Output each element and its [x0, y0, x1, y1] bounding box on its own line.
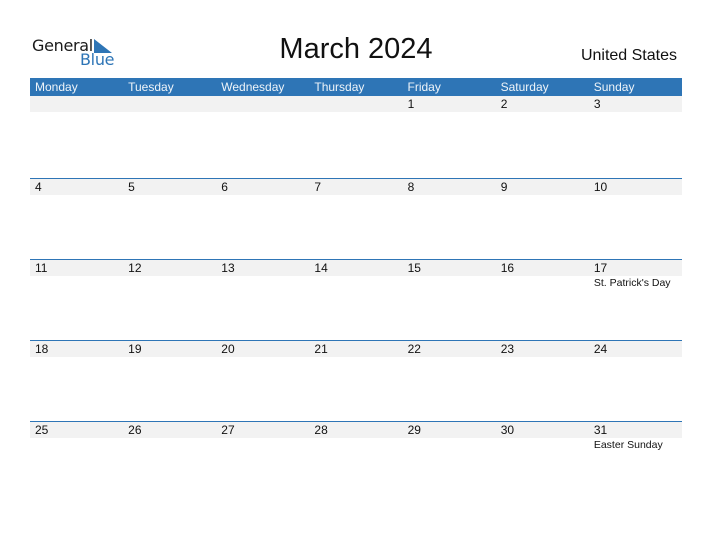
day-number: 24 — [593, 342, 608, 356]
day-cell: 2 — [496, 96, 589, 177]
day-cell: 12 — [123, 260, 216, 341]
day-cell: 24 — [589, 341, 682, 422]
day-cell: 22 — [403, 341, 496, 422]
day-cell: 20 — [216, 341, 309, 422]
day-cell: 23 — [496, 341, 589, 422]
day-number: 30 — [500, 423, 515, 437]
day-number: 26 — [128, 423, 142, 437]
day-cell: 17 St. Patrick's Day — [589, 260, 682, 341]
day-number: 21 — [314, 342, 328, 356]
day-number: 13 — [221, 261, 235, 275]
day-cell: 29 — [403, 422, 496, 503]
week-row: 25 26 27 28 29 30 31 Easter Sunday — [30, 421, 682, 502]
day-cell: 8 — [403, 179, 496, 260]
weekday-header: Monday Tuesday Wednesday Thursday Friday… — [30, 78, 682, 96]
day-number: 9 — [500, 180, 508, 194]
day-number: 3 — [593, 97, 601, 111]
day-cell: 10 — [589, 179, 682, 260]
day-cell — [30, 96, 123, 177]
day-number: 15 — [407, 261, 421, 275]
day-number: 1 — [407, 97, 415, 111]
weekday-tuesday: Tuesday — [128, 80, 174, 94]
day-number: 7 — [314, 180, 322, 194]
day-number: 20 — [221, 342, 235, 356]
day-number: 22 — [407, 342, 421, 356]
day-cell: 27 — [216, 422, 309, 503]
weekday-thursday: Thursday — [314, 80, 365, 94]
week-row: 1 2 3 — [30, 96, 682, 177]
day-number: 2 — [500, 97, 508, 111]
holiday-label: St. Patrick's Day — [593, 277, 671, 289]
day-cell: 11 — [30, 260, 123, 341]
day-cell — [309, 96, 402, 177]
day-number: 11 — [35, 261, 48, 275]
day-cell: 16 — [496, 260, 589, 341]
day-cell: 4 — [30, 179, 123, 260]
day-cell: 18 — [30, 341, 123, 422]
day-number: 23 — [500, 342, 515, 356]
weekday-friday: Friday — [407, 80, 441, 94]
day-cell: 1 — [403, 96, 496, 177]
day-number: 27 — [221, 423, 235, 437]
day-cell: 26 — [123, 422, 216, 503]
day-number: 10 — [593, 180, 608, 194]
day-cell: 30 — [496, 422, 589, 503]
day-cell: 9 — [496, 179, 589, 260]
week-row: 4 5 6 7 8 9 10 — [30, 178, 682, 259]
day-number: 19 — [128, 342, 142, 356]
weekday-sunday: Sunday — [593, 80, 635, 94]
weekday-monday: Monday — [35, 80, 78, 94]
week-row: 11 12 13 14 15 16 17 St. Patrick's Day — [30, 259, 682, 340]
day-number: 14 — [314, 261, 328, 275]
day-number: 4 — [35, 180, 42, 194]
day-number: 16 — [500, 261, 515, 275]
day-cell: 5 — [123, 179, 216, 260]
day-number: 28 — [314, 423, 328, 437]
day-number: 18 — [35, 342, 49, 356]
day-cell: 7 — [309, 179, 402, 260]
day-number: 12 — [128, 261, 142, 275]
day-cell: 13 — [216, 260, 309, 341]
day-cell: 21 — [309, 341, 402, 422]
day-cell — [123, 96, 216, 177]
day-cell: 28 — [309, 422, 402, 503]
day-cell: 6 — [216, 179, 309, 260]
country-label: United States — [580, 47, 677, 64]
day-number: 8 — [407, 180, 415, 194]
day-cell: 25 — [30, 422, 123, 503]
week-row: 18 19 20 21 22 23 24 — [30, 340, 682, 421]
day-number: 25 — [35, 423, 49, 437]
weekday-saturday: Saturday — [500, 80, 549, 94]
day-number: 31 — [593, 423, 608, 437]
day-cell — [216, 96, 309, 177]
day-number: 6 — [221, 180, 228, 194]
weekday-wednesday: Wednesday — [221, 80, 285, 94]
day-cell: 14 — [309, 260, 402, 341]
day-cell: 3 — [589, 96, 682, 177]
day-cell: 15 — [403, 260, 496, 341]
day-number: 17 — [593, 261, 608, 275]
day-cell: 31 Easter Sunday — [589, 422, 682, 503]
day-number: 5 — [128, 180, 135, 194]
day-number: 29 — [407, 423, 421, 437]
day-cell: 19 — [123, 341, 216, 422]
holiday-label: Easter Sunday — [593, 439, 663, 451]
